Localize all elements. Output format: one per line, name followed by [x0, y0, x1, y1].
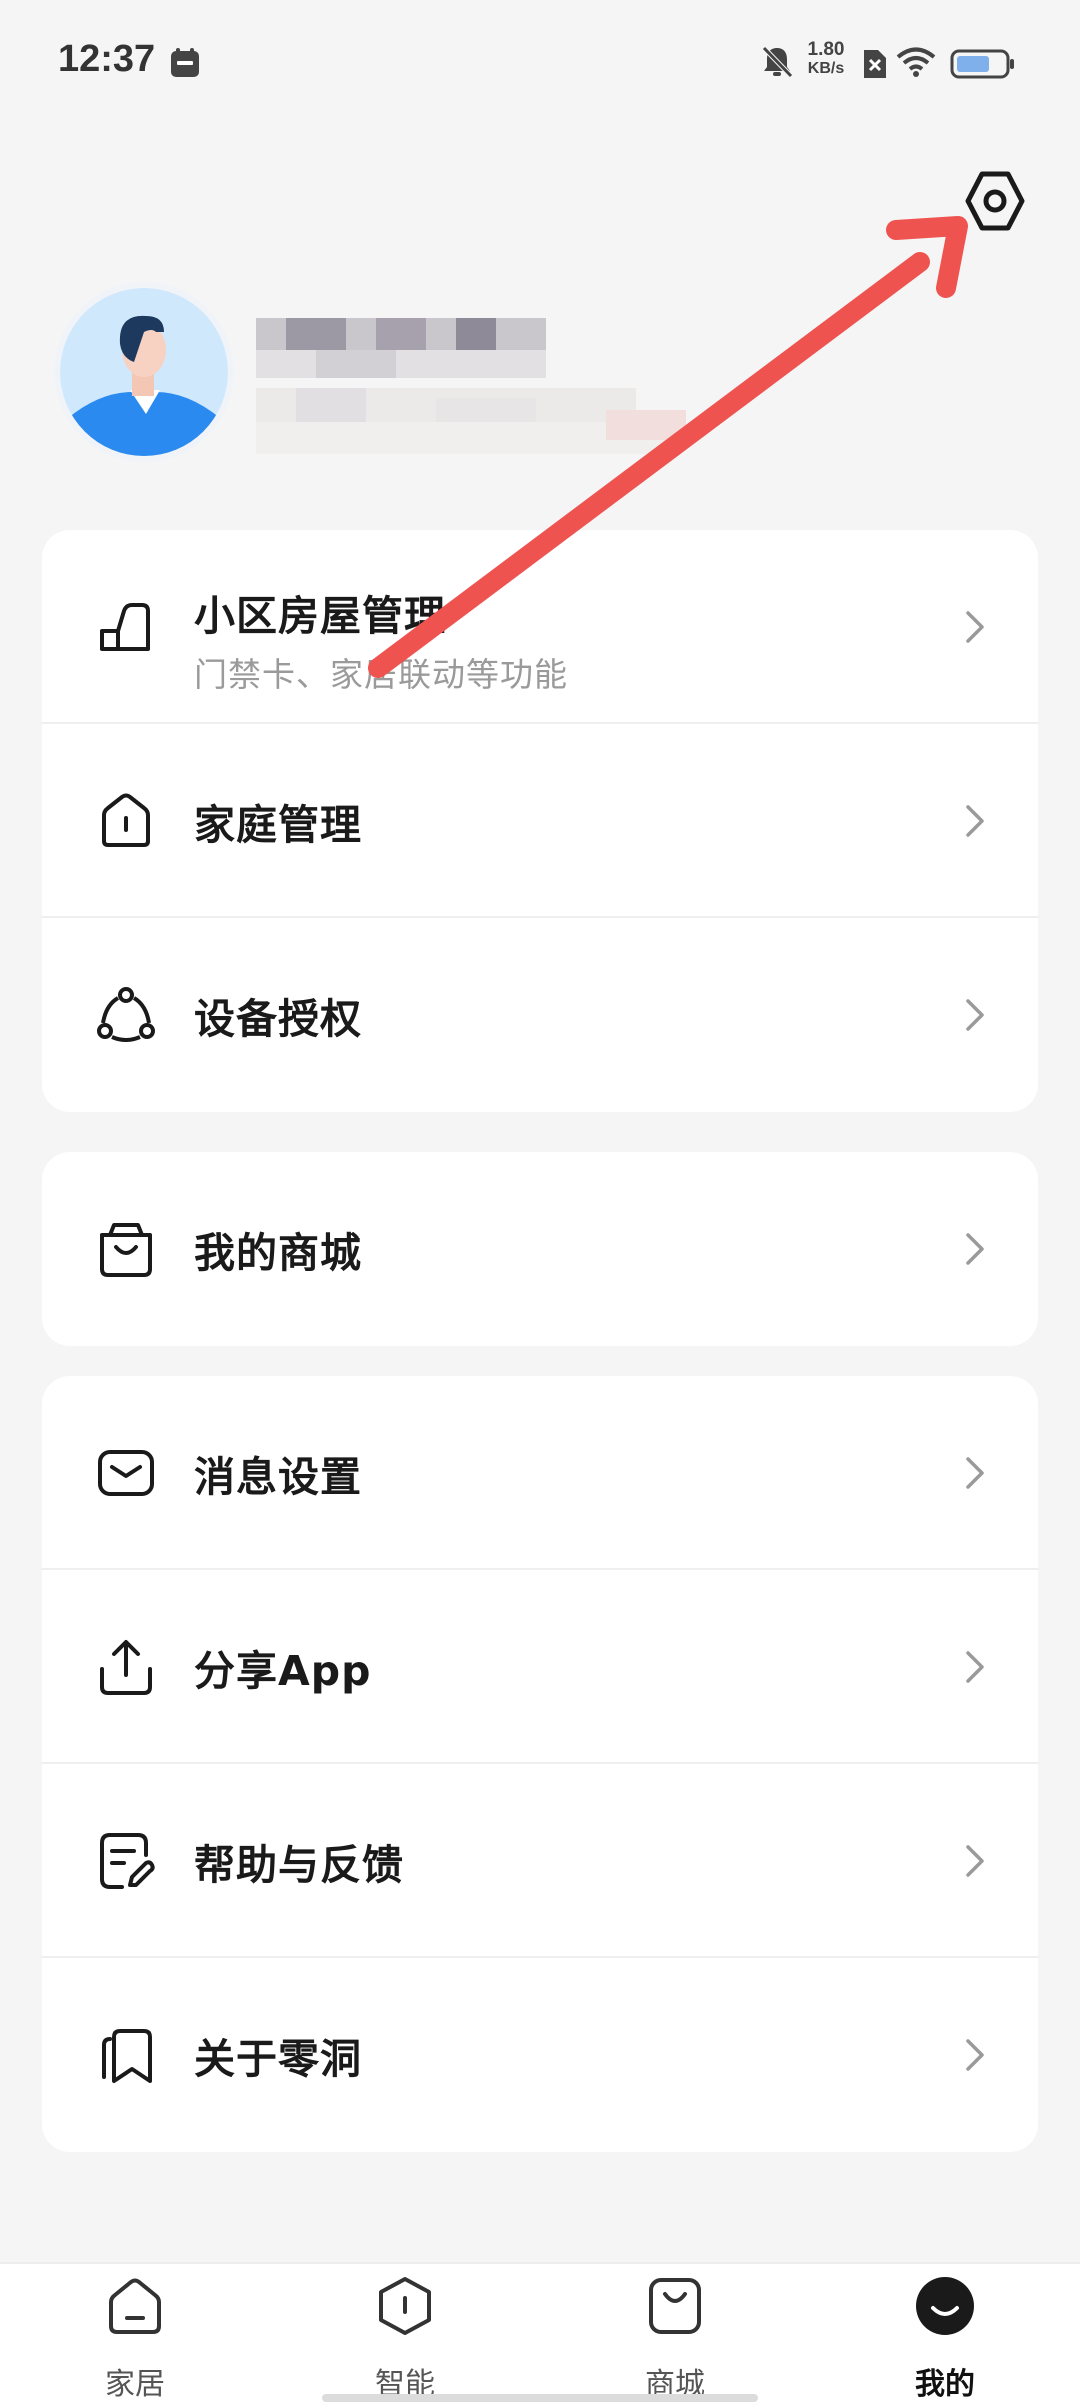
calendar-icon	[171, 48, 199, 77]
bottom-navigation: 家居 智能 商城 我的	[0, 2262, 1080, 2408]
avatar[interactable]	[54, 282, 234, 462]
battery-icon	[950, 49, 1014, 79]
row-sublabel: 门禁卡、家居联动等功能	[194, 655, 568, 694]
chevron-right-icon	[966, 805, 984, 837]
settings-button[interactable]	[962, 168, 1028, 234]
menu-row-share-app[interactable]: 分享App	[42, 1570, 1038, 1764]
status-bar: 12:37 1.80 KB/s	[0, 0, 1080, 125]
message-icon	[98, 1450, 154, 1496]
menu-row-my-mall[interactable]: 我的商城	[42, 1152, 1038, 1346]
chevron-right-icon	[966, 1457, 984, 1489]
wifi-icon	[896, 47, 936, 77]
no-sim-icon	[864, 50, 886, 78]
tab-home[interactable]: 家居	[60, 2264, 210, 2408]
shopping-bag-icon	[100, 1223, 152, 1277]
community-house-icon	[100, 603, 150, 651]
menu-row-home-management[interactable]: 家庭管理	[42, 724, 1038, 918]
mall-card: 我的商城	[42, 1152, 1038, 1346]
user-avatar-illustration	[60, 288, 228, 456]
network-speed: 1.80 KB/s	[800, 40, 852, 78]
row-label: 我的商城	[194, 1229, 362, 1277]
network-speed-value: 1.80	[807, 39, 845, 60]
home-management-icon	[102, 793, 150, 847]
tab-label: 我的	[915, 2367, 975, 2402]
device-share-icon	[97, 987, 155, 1042]
profile-page: 12:37 1.80 KB/s 小区房屋管理 门禁卡、家居联动等功能 家庭管理 …	[0, 0, 1080, 2408]
chevron-right-icon	[966, 1651, 984, 1683]
general-card: 消息设置 分享App 帮助与反馈 关于零洞	[42, 1376, 1038, 2152]
chevron-right-icon	[966, 1845, 984, 1877]
row-label: 分享App	[194, 1647, 372, 1695]
row-label: 消息设置	[194, 1453, 362, 1501]
row-label: 帮助与反馈	[194, 1841, 404, 1889]
menu-row-about[interactable]: 关于零洞	[42, 1958, 1038, 2152]
account-management-card: 小区房屋管理 门禁卡、家居联动等功能 家庭管理 设备授权	[42, 530, 1038, 1112]
user-name-blurred	[256, 318, 546, 378]
share-upload-icon	[100, 1640, 152, 1695]
tab-mall[interactable]: 商城	[600, 2264, 750, 2408]
mall-tab-icon	[649, 2278, 701, 2334]
chevron-right-icon	[966, 1233, 984, 1265]
chevron-right-icon	[966, 999, 984, 1031]
tab-me[interactable]: 我的	[870, 2264, 1020, 2408]
about-bookmark-icon	[102, 2029, 152, 2083]
network-speed-unit: KB/s	[807, 60, 845, 77]
mute-bell-icon	[762, 46, 793, 78]
home-tab-icon	[109, 2278, 161, 2334]
me-tab-icon	[916, 2277, 974, 2335]
feedback-icon	[100, 1833, 155, 1889]
chevron-right-icon	[966, 611, 984, 643]
user-info-blurred	[256, 388, 706, 454]
row-label: 小区房屋管理	[194, 592, 446, 640]
row-label: 关于零洞	[194, 2035, 362, 2083]
menu-row-device-authorization[interactable]: 设备授权	[42, 918, 1038, 1112]
menu-row-message-settings[interactable]: 消息设置	[42, 1376, 1038, 1570]
menu-row-help-feedback[interactable]: 帮助与反馈	[42, 1764, 1038, 1958]
smart-tab-icon	[379, 2277, 431, 2335]
home-indicator[interactable]	[322, 2394, 758, 2402]
row-label: 家庭管理	[194, 801, 362, 849]
tab-label: 家居	[105, 2367, 165, 2402]
tab-smart[interactable]: 智能	[330, 2264, 480, 2408]
row-label: 设备授权	[194, 995, 362, 1043]
menu-row-community-house[interactable]: 小区房屋管理 门禁卡、家居联动等功能	[42, 530, 1038, 724]
status-time: 12:37	[58, 38, 156, 80]
chevron-right-icon	[966, 2039, 984, 2071]
